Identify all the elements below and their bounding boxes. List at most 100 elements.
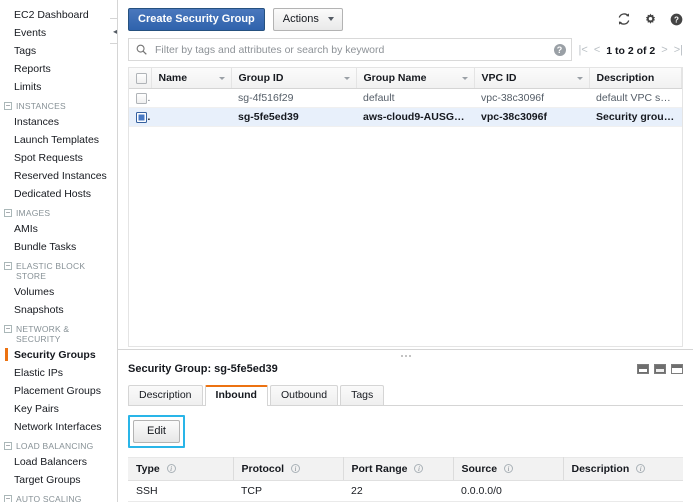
info-icon[interactable]: i: [166, 464, 176, 473]
help-icon[interactable]: ?: [670, 13, 683, 26]
panel-bottom-icon[interactable]: [637, 364, 649, 374]
panel-top-icon[interactable]: [671, 364, 683, 374]
sort-caret-icon[interactable]: [343, 77, 350, 80]
sidebar-item-elastic-ips[interactable]: Elastic IPs: [0, 364, 117, 382]
panel-split-icon[interactable]: [654, 364, 666, 374]
cell-name: [151, 88, 231, 108]
collapse-icon: −: [4, 101, 12, 110]
sidebar-item-placement-groups[interactable]: Placement Groups: [0, 382, 117, 400]
sidebar-item-volumes[interactable]: Volumes: [0, 283, 117, 301]
column-header-vpc-id[interactable]: VPC ID: [474, 68, 590, 89]
sidebar-item-launch-templates[interactable]: Launch Templates: [0, 131, 117, 149]
collapse-icon: −: [4, 324, 12, 333]
sidebar-collapse-toggle[interactable]: ◂: [110, 18, 117, 44]
cell-group-id: sg-4f516f29: [231, 88, 356, 108]
detail-title: Security Group: sg-5fe5ed39: [128, 363, 278, 375]
info-icon[interactable]: i: [504, 464, 514, 473]
search-input[interactable]: [153, 42, 554, 57]
tab-outbound[interactable]: Outbound: [269, 385, 339, 405]
sidebar-item-reports[interactable]: Reports: [0, 60, 117, 78]
table-header-row: Name Group ID Group Name VPC ID Descript…: [129, 68, 682, 89]
sidebar-item-spot-requests[interactable]: Spot Requests: [0, 149, 117, 167]
sidebar-item-amis[interactable]: AMIs: [0, 220, 117, 238]
cell-name: [151, 107, 231, 127]
sort-caret-icon[interactable]: [461, 77, 468, 80]
sidebar-item-instances[interactable]: Instances: [0, 113, 117, 131]
sidebar-item-load-balancers[interactable]: Load Balancers: [0, 453, 117, 471]
first-page-button[interactable]: |<: [579, 45, 588, 56]
sidebar-section-load-balancing[interactable]: − LOAD BALANCING: [0, 436, 117, 453]
rules-column-source: Source i: [453, 457, 564, 481]
rule-cell-description: [563, 480, 683, 502]
edit-button[interactable]: Edit: [133, 420, 180, 443]
sidebar-item-reserved-instances[interactable]: Reserved Instances: [0, 167, 117, 185]
collapse-icon: −: [4, 208, 12, 217]
sidebar-item-security-groups[interactable]: Security Groups: [0, 346, 117, 364]
sidebar-item-bundle-tasks[interactable]: Bundle Tasks: [0, 238, 117, 256]
table-row[interactable]: sg-4f516f29 default vpc-38c3096f default VP…: [129, 88, 682, 108]
toolbar-icon-group: ?: [617, 12, 683, 26]
info-icon[interactable]: i: [291, 464, 301, 473]
sidebar-section-network-security[interactable]: − NETWORK & SECURITY: [0, 319, 117, 346]
sidebar-item-tags[interactable]: Tags: [0, 42, 117, 60]
column-header-name[interactable]: Name: [151, 68, 232, 89]
sidebar-item-snapshots[interactable]: Snapshots: [0, 301, 117, 319]
sidebar-section-elastic-block-store[interactable]: − ELASTIC BLOCK STORE: [0, 256, 117, 283]
table-row[interactable]: sg-5fe5ed39aws-cloud9-AUSG-KAKAO-e...vpc…: [129, 107, 682, 127]
sidebar-item-events[interactable]: Events: [0, 24, 117, 42]
collapse-icon: −: [4, 261, 12, 270]
section-label: ELASTIC BLOCK STORE: [16, 261, 86, 281]
row-checkbox[interactable]: [136, 92, 147, 104]
sort-caret-icon[interactable]: [576, 77, 583, 80]
collapse-icon: −: [4, 441, 12, 450]
info-icon[interactable]: i: [414, 464, 424, 473]
row-select-cell[interactable]: [129, 88, 151, 108]
column-header-description[interactable]: Description: [589, 68, 682, 89]
row-select-cell[interactable]: [129, 107, 151, 127]
row-checkbox[interactable]: [136, 111, 147, 123]
sidebar-section-images[interactable]: − IMAGES: [0, 203, 117, 220]
sidebar-top-links: EC2 Dashboard Events Tags Reports Limits: [0, 6, 117, 96]
column-header-group-id[interactable]: Group ID: [231, 68, 357, 89]
inbound-rules-table: Type i Protocol i Port Range i Source i …: [128, 457, 683, 502]
actions-dropdown-button[interactable]: Actions: [272, 7, 343, 31]
last-page-button[interactable]: >|: [674, 45, 683, 56]
select-all-header: [129, 68, 152, 89]
sidebar-item-target-groups[interactable]: Target Groups: [0, 471, 117, 489]
gear-icon[interactable]: [644, 13, 657, 26]
filter-help-icon[interactable]: ?: [553, 43, 566, 56]
refresh-icon[interactable]: [617, 12, 631, 26]
create-security-group-button[interactable]: Create Security Group: [128, 7, 265, 31]
sidebar-item-limits[interactable]: Limits: [0, 78, 117, 96]
ec2-console: EC2 Dashboard Events Tags Reports Limits − IN…: [0, 0, 693, 502]
prev-page-button[interactable]: <: [594, 45, 600, 56]
rules-column-protocol: Protocol i: [233, 457, 344, 481]
actions-label: Actions: [282, 12, 319, 25]
sidebar-item-dedicated-hosts[interactable]: Dedicated Hosts: [0, 185, 117, 203]
chevron-left-icon: ◂: [112, 26, 117, 36]
tab-tags[interactable]: Tags: [340, 385, 385, 405]
sort-caret-icon[interactable]: [218, 77, 225, 80]
tab-inbound[interactable]: Inbound: [204, 385, 268, 406]
panel-layout-icons: [637, 364, 683, 374]
cell-group-name: aws-cloud9-AUSG-KAKAO-e...: [356, 107, 474, 127]
sidebar-section-instances[interactable]: − INSTANCES: [0, 96, 117, 113]
rules-column-description: Description i: [563, 457, 683, 481]
sidebar-item-key-pairs[interactable]: Key Pairs: [0, 400, 117, 418]
next-page-button[interactable]: >: [661, 45, 667, 56]
select-all-checkbox[interactable]: [136, 72, 147, 84]
tab-description[interactable]: Description: [128, 385, 203, 405]
sidebar-section-auto-scaling[interactable]: − AUTO SCALING: [0, 489, 117, 502]
cell-group-name: default: [356, 88, 474, 108]
panel-resize-handle[interactable]: [118, 349, 693, 360]
security-groups-table: Name Group ID Group Name VPC ID Descript…: [128, 67, 683, 127]
sidebar-item-ec2-dashboard[interactable]: EC2 Dashboard: [0, 6, 117, 24]
cell-group-id: sg-5fe5ed39: [231, 107, 356, 127]
rules-body: SSH TCP 22 0.0.0.0/0: [128, 480, 683, 502]
column-header-group-name[interactable]: Group Name: [356, 68, 475, 89]
sidebar-item-network-interfaces[interactable]: Network Interfaces: [0, 418, 117, 436]
edit-button-area: Edit: [128, 406, 683, 457]
info-icon[interactable]: i: [636, 464, 646, 473]
main-content: Create Security Group Actions ? Filter b…: [118, 0, 693, 502]
filter-box[interactable]: ?: [128, 38, 572, 61]
